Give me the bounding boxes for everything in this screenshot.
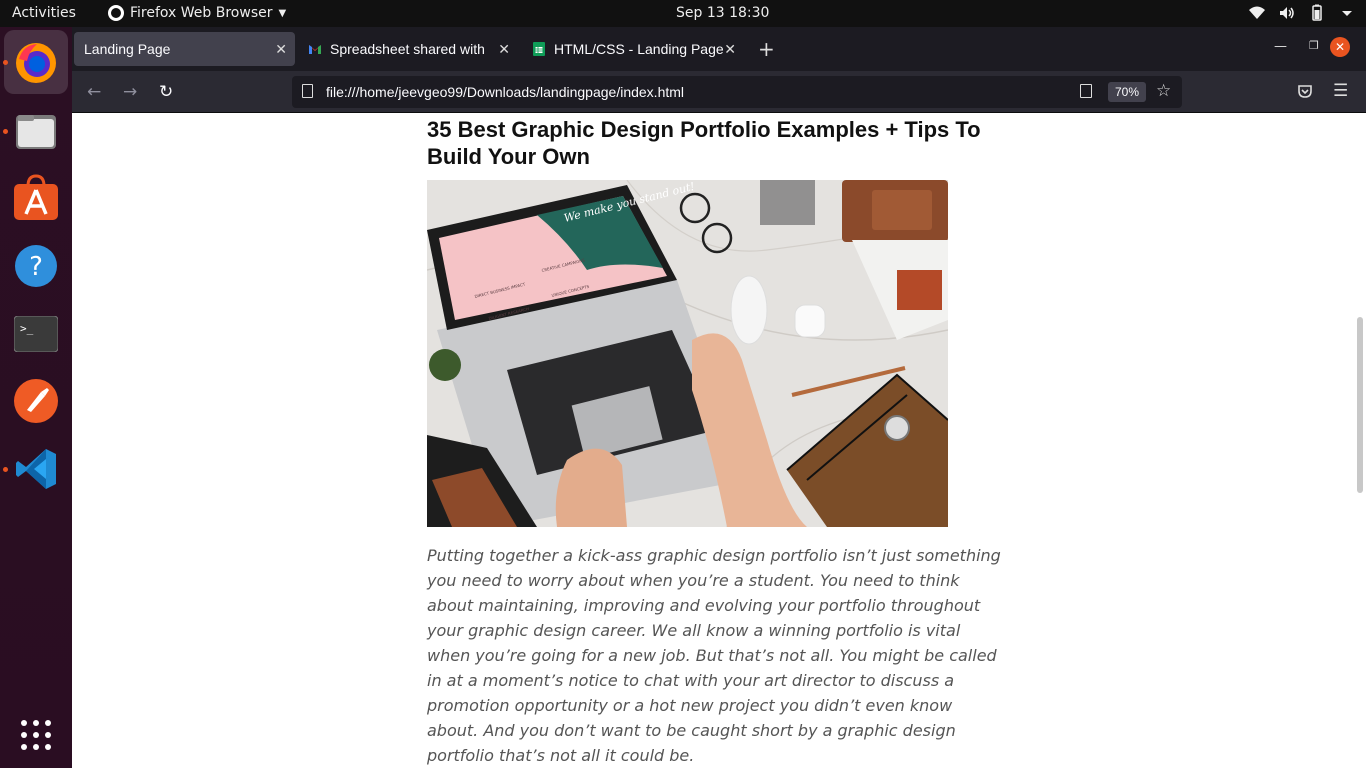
power-caret-icon [1342,11,1352,16]
files-icon [16,115,56,149]
reload-button[interactable]: ↻ [159,82,173,102]
dock-files[interactable] [3,99,68,163]
chevron-down-icon: ▼ [278,7,287,19]
app-grid-icon [21,720,51,750]
article: 35 Best Graphic Design Portfolio Example… [427,113,1007,765]
tab-label: HTML/CSS - Landing Page [554,41,724,57]
page-scrollbar[interactable] [1357,317,1363,493]
clock[interactable]: Sep 13 18:30 [676,5,769,21]
close-icon[interactable]: ✕ [724,41,736,58]
minimize-button[interactable]: — [1274,39,1287,54]
terminal-icon: >_ [14,316,58,352]
window-close-button[interactable]: ✕ [1330,37,1350,57]
dock-firefox[interactable] [3,30,68,94]
app-menu-label: Firefox Web Browser [130,5,273,21]
nav-toolbar: ← → ↻ file:///home/jeevgeo99/Downloads/l… [72,71,1366,113]
battery-icon [1312,4,1322,21]
dock-software[interactable] [4,166,68,230]
url-text[interactable]: file:///home/jeevgeo99/Downloads/landing… [326,84,684,100]
tab-bar: Landing Page ✕ Spreadsheet shared with ✕… [72,27,1366,71]
sheets-icon [533,42,545,56]
reader-view-icon[interactable] [1080,84,1092,98]
hamburger-menu-icon[interactable]: ☰ [1333,81,1348,101]
new-tab-button[interactable]: + [758,37,775,61]
close-icon[interactable]: ✕ [498,41,510,58]
running-indicator [3,60,8,65]
back-button[interactable]: ← [87,82,101,102]
pocket-icon[interactable] [1297,83,1313,99]
browser-window: Landing Page ✕ Spreadsheet shared with ✕… [72,27,1366,768]
postman-icon [14,379,58,423]
forward-button[interactable]: → [123,82,137,102]
dock-postman[interactable] [4,369,68,433]
dock: ? >_ [0,27,72,768]
vscode-icon [16,449,56,489]
top-bar: Activities Firefox Web Browser ▼ Sep 13 … [0,0,1366,27]
dock-terminal[interactable]: >_ [4,302,68,366]
help-icon: ? [15,245,57,287]
app-menu[interactable]: Firefox Web Browser ▼ [108,5,286,21]
svg-text:>_: >_ [20,322,34,335]
running-indicator [3,467,8,472]
page-viewport: 35 Best Graphic Design Portfolio Example… [72,113,1366,768]
article-body: Putting together a kick-ass graphic desi… [427,546,1001,765]
url-bar[interactable]: file:///home/jeevgeo99/Downloads/landing… [292,76,1182,108]
tab-spreadsheet-shared[interactable]: Spreadsheet shared with ✕ [298,32,518,66]
system-menu[interactable] [1248,4,1356,22]
hero-image: We make you stand out! DIRECT BUSINESS I… [427,180,948,527]
firefox-icon [108,5,124,21]
firefox-icon [16,43,56,83]
dock-app-grid[interactable] [4,703,68,767]
bookmark-star-icon[interactable]: ☆ [1156,81,1171,101]
dock-vscode[interactable] [3,437,68,501]
tab-label: Spreadsheet shared with [330,41,485,57]
running-indicator [3,129,8,134]
dock-help[interactable]: ? [4,234,68,298]
gmail-icon [309,45,321,54]
tab-html-css-landing[interactable]: HTML/CSS - Landing Page ✕ [522,32,744,66]
close-icon[interactable]: ✕ [275,41,287,58]
tab-label: Landing Page [84,41,171,57]
activities-button[interactable]: Activities [12,5,76,21]
volume-icon [1280,7,1294,19]
article-title: 35 Best Graphic Design Portfolio Example… [427,117,981,169]
svg-text:?: ? [29,252,43,282]
zoom-level[interactable]: 70% [1108,82,1147,102]
maximize-button[interactable]: ❐ [1309,39,1319,52]
page-icon [302,84,313,98]
tab-landing-page[interactable]: Landing Page ✕ [74,32,295,66]
app-store-icon [14,174,58,220]
wifi-icon [1249,6,1265,19]
